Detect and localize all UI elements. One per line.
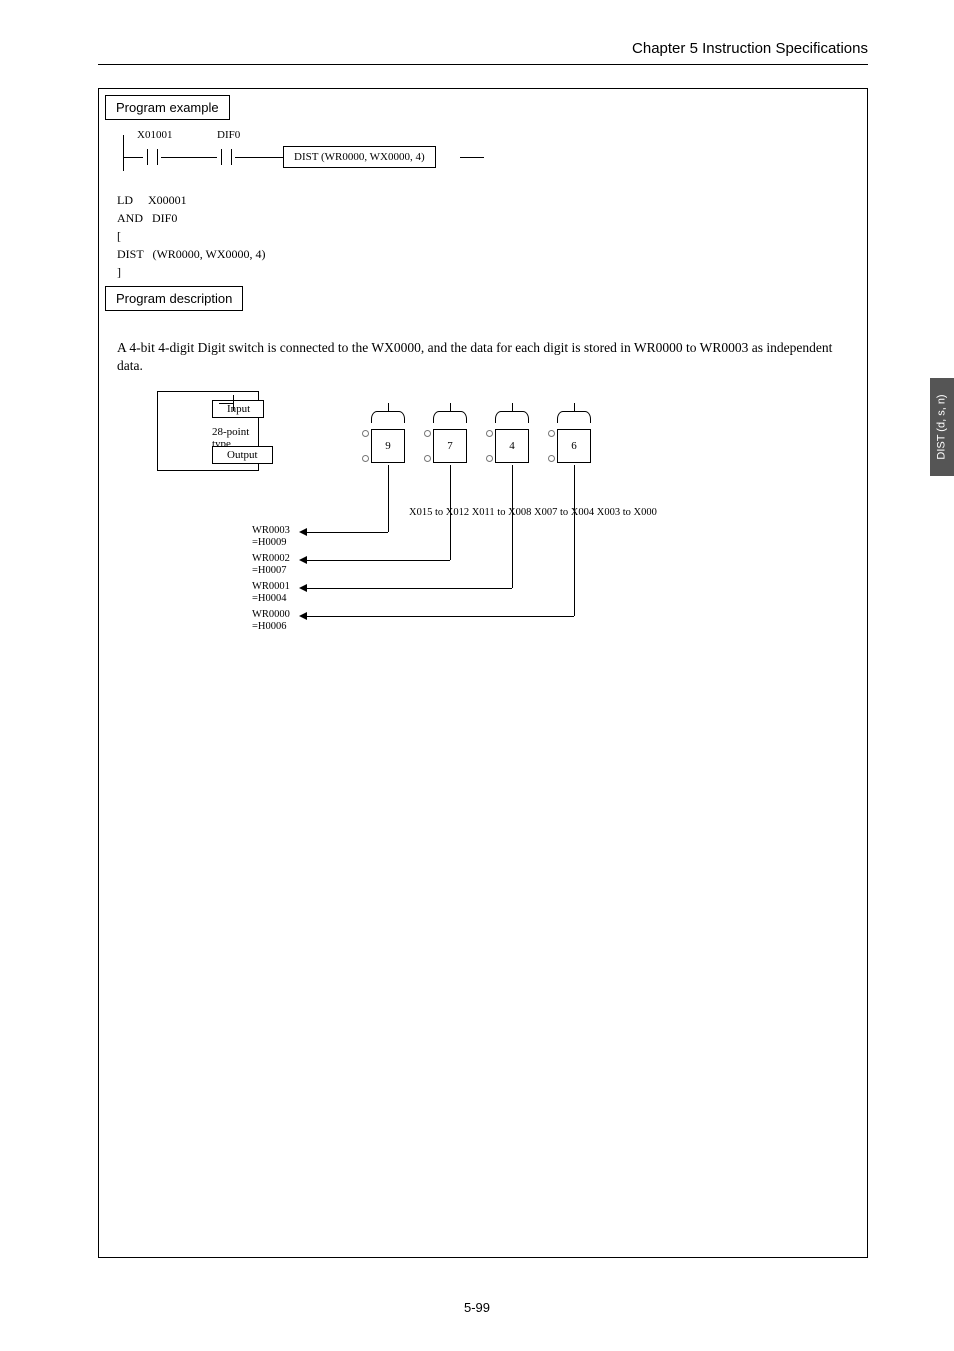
contact2-label: DIF0 — [217, 129, 240, 141]
chapter-heading: Chapter 5 Instruction Specifications — [632, 40, 868, 57]
content-frame: Program example X01001 DIF0 DIST (WR0000… — [98, 88, 868, 1258]
cpu-output-label: Output — [212, 446, 273, 464]
function-box: DIST (WR0000, WX0000, 4) — [283, 146, 436, 168]
digit-switch: 4 — [495, 429, 529, 463]
contact1-label: X01001 — [137, 129, 172, 141]
stmt-line: [ — [117, 227, 266, 245]
header-rule — [98, 64, 868, 65]
statement-list: LD X00001 AND DIF0 [ DIST (WR0000, WX000… — [117, 191, 266, 281]
cpu-module: Input 28-point type Output — [157, 391, 259, 471]
block-diagram: Input 28-point type Output 9 7 4 6 X015 … — [117, 385, 847, 745]
digit-switch: 7 — [433, 429, 467, 463]
digit-switch: 9 — [371, 429, 405, 463]
stmt-line: AND DIF0 — [117, 209, 266, 227]
description-text: A 4-bit 4-digit Digit switch is connecte… — [117, 339, 847, 375]
stmt-line: LD X00001 — [117, 191, 266, 209]
digit-switches: 9 7 4 6 — [369, 411, 619, 471]
x-address-range: X015 to X012 X011 to X008 X007 to X004 X… — [409, 507, 657, 518]
side-tab-label: DIST (d, s, n) — [936, 394, 948, 459]
digit-switch: 6 — [557, 429, 591, 463]
stmt-line: ] — [117, 263, 266, 281]
side-tab: DIST (d, s, n) — [930, 378, 954, 476]
wr-register-labels: WR0003=H0009 WR0002=H0007 WR0001=H0004 W… — [252, 525, 290, 637]
ladder-diagram: X01001 DIF0 DIST (WR0000, WX0000, 4) — [123, 149, 533, 189]
page-number: 5-99 — [0, 1300, 954, 1315]
section-program-example: Program example — [105, 95, 230, 120]
section-program-description: Program description — [105, 286, 243, 311]
stmt-line: DIST (WR0000, WX0000, 4) — [117, 245, 266, 263]
